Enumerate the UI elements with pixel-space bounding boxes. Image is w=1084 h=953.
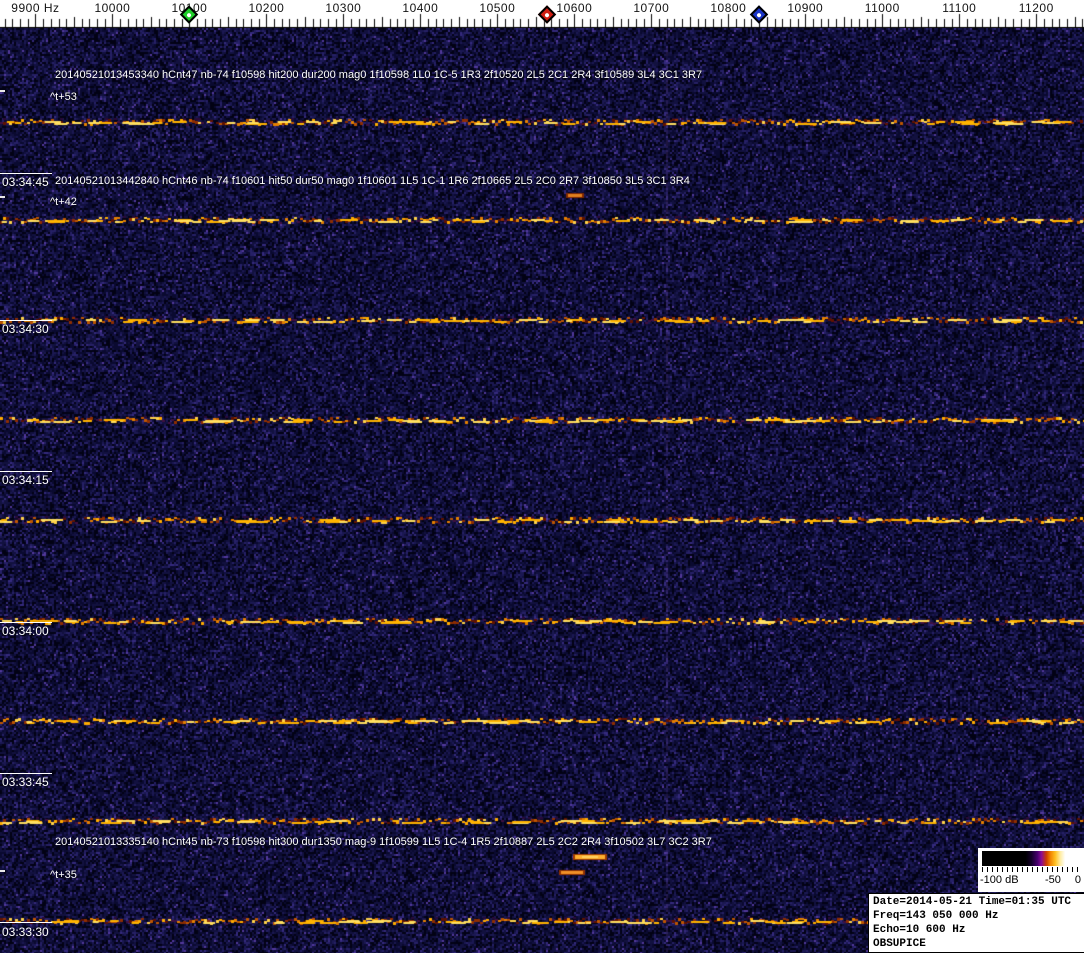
freq-label: 10700: [633, 1, 670, 15]
info-station-name: OBSUPICE: [873, 938, 926, 950]
db-color-scale: -100 dB -50 0: [978, 848, 1084, 892]
freq-label: 10800: [710, 1, 747, 15]
info-echo-frequency: Echo=10 600 Hz: [873, 924, 966, 936]
freq-label: 10600: [556, 1, 593, 15]
time-tick: [0, 622, 52, 623]
db-max-label: 0: [1074, 874, 1081, 886]
detection-time-offset: ^t+42: [50, 196, 77, 208]
detection-time-offset: ^t+53: [50, 91, 77, 103]
info-date-time: Date=2014-05-21 Time=01:35 UTC: [873, 896, 1072, 908]
event-edge-marker: [0, 196, 5, 198]
freq-label: 10200: [248, 1, 285, 15]
frequency-ruler: 9900 Hz100001010010200103001040010500106…: [0, 0, 1084, 28]
time-tick: [0, 773, 52, 774]
freq-label: 9900 Hz: [11, 1, 60, 15]
time-label: 03:34:00: [2, 624, 49, 638]
freq-label: 11100: [942, 1, 977, 15]
db-min-label: -100 dB: [980, 874, 1019, 886]
time-label: 03:34:45: [2, 175, 49, 189]
color-gradient-bar: [982, 851, 1081, 866]
time-tick: [0, 922, 52, 923]
time-label: 03:33:45: [2, 775, 49, 789]
time-label: 03:33:30: [2, 925, 49, 939]
diamond-center-dot: [186, 11, 193, 18]
spectrogram-app-window: 9900 Hz100001010010200103001040010500106…: [0, 0, 1084, 953]
diamond-center-dot: [544, 11, 551, 18]
freq-label: 11000: [864, 1, 900, 15]
event-edge-marker: [0, 870, 5, 872]
event-edge-marker: [0, 90, 5, 92]
time-tick: [0, 471, 52, 472]
freq-label: 10300: [325, 1, 362, 15]
freq-label: 10400: [402, 1, 439, 15]
freq-label: 11200: [1018, 1, 1054, 15]
detection-header: 20140521013335140 hCnt45 nb-73 f10598 hi…: [55, 836, 712, 848]
detection-header: 20140521013442840 hCnt46 nb-74 f10601 hi…: [55, 175, 690, 187]
diamond-center-dot: [756, 11, 762, 18]
freq-label: 10500: [479, 1, 516, 15]
spectrogram-waterfall[interactable]: [0, 28, 1084, 953]
detection-header: 20140521013453340 hCnt47 nb-74 f10598 hi…: [55, 69, 703, 81]
status-info-box: Date=2014-05-21 Time=01:35 UTC Freq=143 …: [868, 893, 1084, 953]
time-tick: [0, 320, 52, 321]
freq-label: 10000: [94, 1, 131, 15]
detection-time-offset: ^t+35: [50, 869, 77, 881]
time-tick: [0, 173, 52, 174]
time-label: 03:34:15: [2, 473, 49, 487]
color-scale-ticks: [982, 867, 1081, 872]
freq-label: 10900: [787, 1, 824, 15]
time-label: 03:34:30: [2, 322, 49, 336]
info-frequency: Freq=143 050 000 Hz: [873, 910, 999, 922]
db-mid-label: -50: [1045, 874, 1061, 886]
